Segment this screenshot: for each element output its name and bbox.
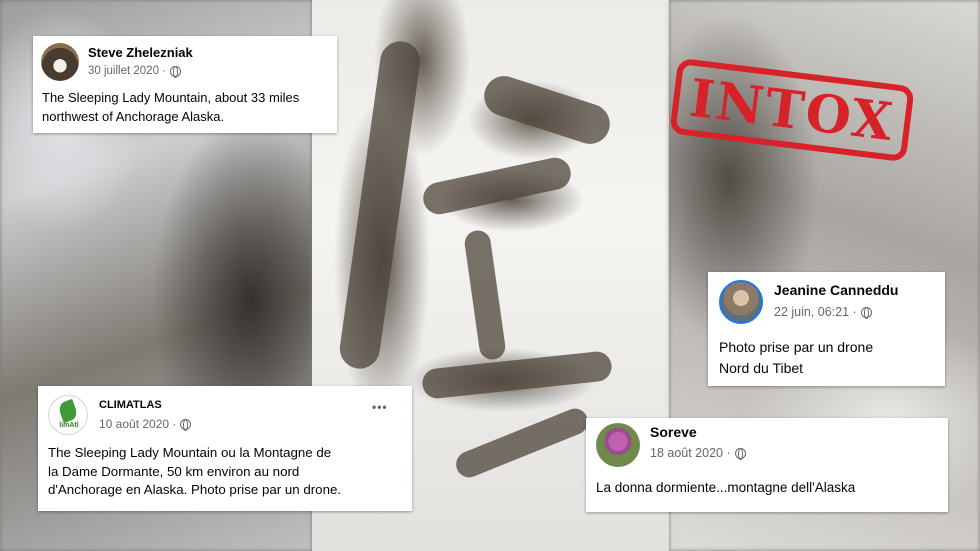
person-photo-avatar[interactable] [719, 280, 763, 324]
post-date-text: 22 juin, 06:21 · [774, 305, 857, 319]
post-date[interactable]: 30 juillet 2020 · [88, 65, 181, 78]
globe-icon [860, 306, 872, 319]
post-text-line: La donna dormiente...montagne dell'Alask… [596, 480, 856, 495]
post-card-jeanine: Jeanine Canneddu 22 juin, 06:21 · Photo … [708, 272, 945, 386]
post-text-line: northwest of Anchorage Alaska. [42, 108, 225, 124]
post-card-steve: Steve Zhelezniak 30 juillet 2020 · The S… [33, 36, 337, 133]
post-text-line: Photo prise par un drone [719, 339, 874, 355]
post-date[interactable]: 10 août 2020 · [99, 417, 192, 431]
post-text-line: Nord du Tibet [719, 360, 804, 376]
post-text: La donna dormiente...montagne dell'Alask… [596, 478, 855, 498]
post-author[interactable]: Soreve [650, 424, 697, 440]
post-date[interactable]: 18 août 2020 · [650, 446, 746, 460]
post-author[interactable]: Steve Zhelezniak [88, 45, 193, 60]
post-author[interactable]: CLIMATLAS [99, 399, 162, 411]
post-card-climatlas: limAtl CLIMATLAS 10 août 2020 · ••• The … [38, 386, 412, 511]
flower-photo-avatar[interactable] [596, 423, 640, 467]
post-date-text: 10 août 2020 · [99, 417, 177, 431]
post-text-line: d'Anchorage en Alaska. Photo prise par u… [48, 482, 342, 498]
climatlas-logo-avatar[interactable]: limAtl [48, 395, 88, 435]
post-text: Photo prise par un drone Nord du Tibet [719, 337, 873, 379]
avatar-logo-text: limAtl [59, 422, 79, 429]
post-card-soreve: Soreve 18 août 2020 · La donna dormiente… [586, 418, 948, 512]
post-date-text: 30 juillet 2020 · [88, 65, 166, 77]
post-date[interactable]: 22 juin, 06:21 · [774, 305, 872, 319]
post-text-line: The Sleeping Lady Mountain, about 33 mil… [42, 90, 300, 105]
globe-icon [180, 418, 192, 431]
more-options-button[interactable]: ••• [372, 400, 388, 414]
post-text-line: la Dame Dormante, 50 km environ au nord [48, 463, 300, 479]
post-text: The Sleeping Lady Mountain, about 33 mil… [42, 89, 299, 127]
leaf-icon [57, 398, 79, 424]
post-author[interactable]: Jeanine Canneddu [774, 282, 898, 298]
post-text-line: The Sleeping Lady Mountain ou la Montagn… [48, 445, 332, 460]
dog-photo-avatar[interactable] [41, 43, 79, 81]
globe-icon [734, 447, 746, 460]
globe-icon [170, 65, 181, 78]
post-date-text: 18 août 2020 · [650, 446, 731, 460]
post-text: The Sleeping Lady Mountain ou la Montagn… [48, 444, 341, 500]
